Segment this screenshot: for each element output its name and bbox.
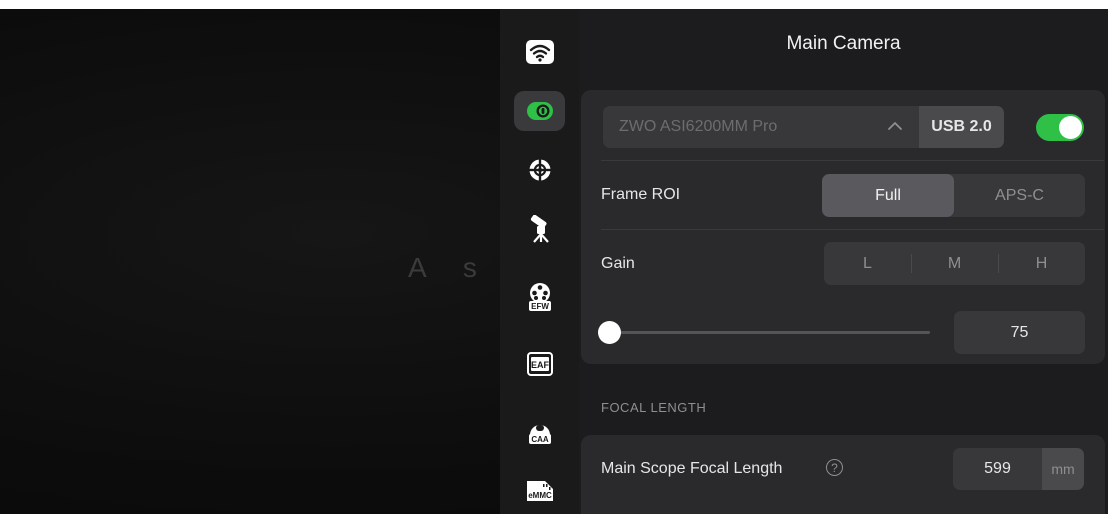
- gain-preset-low[interactable]: L: [824, 242, 911, 285]
- chevron-up-icon[interactable]: [886, 119, 904, 133]
- toggle-knob: [1059, 116, 1082, 139]
- rail-item-filter-wheel[interactable]: EFW: [514, 277, 565, 317]
- gain-preset-control: L M H: [824, 242, 1085, 285]
- gain-preset-high[interactable]: H: [998, 242, 1085, 285]
- gain-label: Gain: [601, 255, 635, 272]
- help-icon[interactable]: ?: [826, 459, 843, 476]
- guide-target-icon: [527, 158, 552, 182]
- telescope-mount-icon: [530, 215, 549, 243]
- screen-border-bottom: [0, 514, 1115, 519]
- gain-preset-medium[interactable]: M: [911, 242, 998, 285]
- rail-label-emmc: eMMC: [528, 491, 552, 500]
- gain-slider-track[interactable]: [609, 331, 930, 334]
- rail-item-main-camera[interactable]: [514, 91, 565, 131]
- rail-label-efw: EFW: [531, 302, 549, 311]
- storage-icon: eMMC: [526, 481, 553, 501]
- camera-enable-toggle[interactable]: [1036, 114, 1084, 141]
- rail-item-wifi[interactable]: [514, 32, 565, 72]
- rail-item-storage[interactable]: eMMC: [514, 469, 565, 509]
- main-camera-icon: [526, 102, 553, 120]
- focal-length-label: Main Scope Focal Length: [601, 460, 783, 477]
- rail-item-focuser[interactable]: EAF: [514, 344, 565, 384]
- device-rail: EFW EAF CAA eMMC: [500, 9, 579, 514]
- rail-item-guide[interactable]: [514, 150, 565, 190]
- rail-label-eaf: EAF: [531, 360, 550, 370]
- frame-roi-label: Frame ROI: [601, 186, 681, 203]
- gain-slider-thumb[interactable]: [598, 321, 621, 344]
- camera-name: ZWO ASI6200MM Pro: [619, 118, 778, 135]
- rail-item-rotator[interactable]: CAA: [514, 410, 565, 450]
- screen-border-top: [0, 0, 1115, 9]
- frame-roi-option-aps-c[interactable]: APS-C: [954, 174, 1085, 217]
- focuser-icon: EAF: [526, 352, 553, 376]
- focal-length-section-title: FOCAL LENGTH: [601, 400, 707, 415]
- focal-length-unit: mm: [1042, 448, 1084, 490]
- filter-wheel-icon: EFW: [528, 283, 551, 311]
- rotator-icon: CAA: [528, 425, 551, 444]
- usb-connection-badge: USB 2.0: [919, 106, 1004, 148]
- focal-length-input[interactable]: 599: [953, 448, 1042, 490]
- frame-roi-segmented-control: Full APS-C: [822, 174, 1085, 217]
- frame-roi-option-full[interactable]: Full: [822, 174, 954, 217]
- divider: [601, 229, 1104, 230]
- gain-value-input[interactable]: 75: [954, 311, 1085, 354]
- page-title: Main Camera: [786, 33, 901, 54]
- wifi-icon: [525, 40, 554, 64]
- rail-label-caa: CAA: [531, 435, 549, 444]
- rail-item-mount[interactable]: [514, 209, 565, 249]
- divider: [601, 160, 1104, 161]
- screen-border-right: [1108, 0, 1115, 519]
